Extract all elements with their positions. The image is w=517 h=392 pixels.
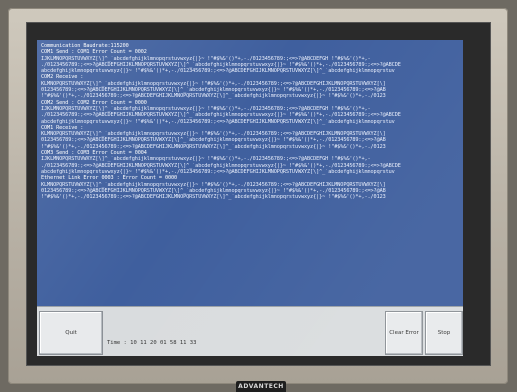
quit-button[interactable]: Quit: [39, 311, 103, 355]
brand-logo: ADVANTECH: [236, 381, 286, 392]
log-data-line: ./0123456789:;<=>?@ABCDEFGHIJKLMNOPQRSTU…: [41, 162, 401, 169]
serial-log-terminal: Communication Baudrate:115200 COM1 Send :…: [37, 40, 463, 306]
log-data-line: !"#$%&'()*+,-./0123456789:;<=>?@ABCDEFGH…: [41, 194, 386, 201]
control-bar: Quit Time : 10 11 20 01 58 11 33 Clear E…: [37, 306, 463, 356]
time-readout: Time : 10 11 20 01 58 11 33: [107, 340, 197, 346]
stop-button[interactable]: Stop: [425, 311, 463, 355]
clear-error-button[interactable]: Clear Error: [385, 311, 423, 355]
app-screen: Communication Baudrate:115200 COM1 Send :…: [37, 40, 463, 356]
log-data-line: ./0123456789:;<=>?@ABCDEFGHIJKLMNOPQRSTU…: [41, 112, 401, 119]
